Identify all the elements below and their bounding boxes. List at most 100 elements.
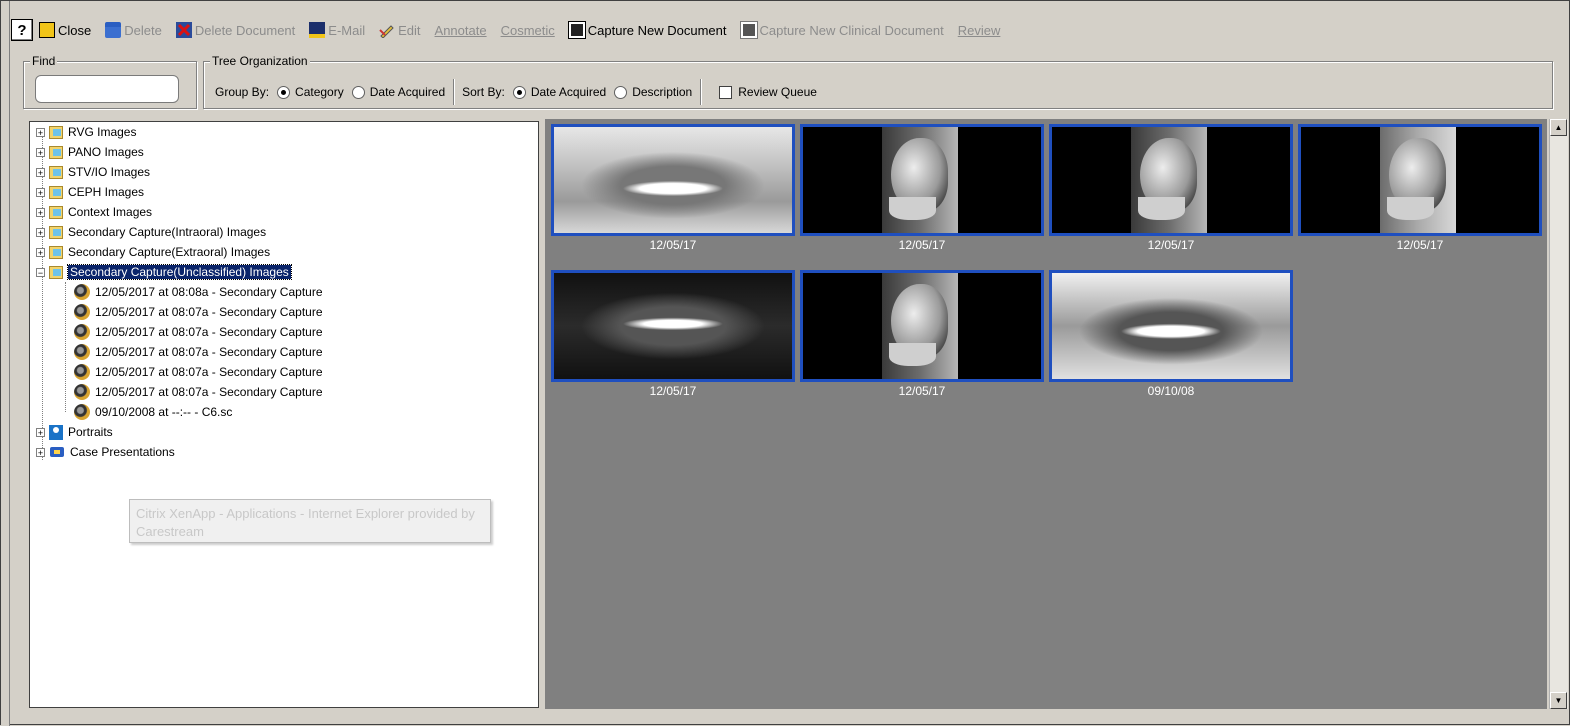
thumbnail[interactable] [800,124,1044,236]
tree-leaf-label: 09/10/2008 at --:-- - C6.sc [95,405,233,419]
expand-icon[interactable]: + [36,207,45,217]
expand-icon[interactable]: + [36,127,45,137]
group-by-date-acquired-radio[interactable] [351,85,365,99]
scroll-up-arrow-icon[interactable]: ▲ [1550,119,1567,136]
folder-icon [49,205,63,219]
window-left-edge [1,1,10,726]
email-icon [309,22,326,38]
thumbnail-date: 12/05/17 [649,238,697,252]
folder-icon [49,145,63,159]
expand-icon[interactable]: + [36,167,45,177]
annotate-button[interactable]: Annotate [435,23,487,38]
tree-node-pano-images[interactable]: + PANO Images [36,142,144,162]
thumbnail-date: 12/05/17 [649,384,697,398]
expand-icon[interactable]: + [36,427,45,437]
tree-node-rvg-images[interactable]: + RVG Images [36,122,136,142]
thumbnail[interactable] [1049,124,1293,236]
tree-organization-controls: Group By: Category Date Acquired Sort By… [215,79,817,105]
expand-icon[interactable]: + [36,227,45,237]
sort-by-description-radio[interactable] [614,85,628,99]
email-button[interactable]: E-Mail [309,22,365,38]
tree-node-label: STV/IO Images [68,165,151,179]
document-capture-icon [567,21,586,39]
thumbnail[interactable] [1298,124,1542,236]
tree-leaf-image[interactable]: 12/05/2017 at 08:08a - Secondary Capture [74,282,323,302]
tree-node-stv-io-images[interactable]: + STV/IO Images [36,162,150,182]
folder-icon [49,165,63,179]
thumbnail-date: 12/05/17 [1396,238,1444,252]
tree-node-label: Case Presentations [70,445,175,459]
edit-label: Edit [398,22,421,38]
delete-button[interactable]: Delete [105,22,162,38]
gallery-scrollbar[interactable]: ▲ ▼ [1549,119,1568,709]
thumbnail-date: 12/05/17 [1147,238,1195,252]
help-button[interactable]: ? [11,19,33,41]
thumbnail[interactable] [551,270,795,382]
group-by-category-radio[interactable] [277,85,291,99]
sort-by-date-acquired-label[interactable]: Date Acquired [531,85,606,99]
scroll-down-arrow-icon[interactable]: ▼ [1550,692,1567,709]
tree-leaf-image[interactable]: 12/05/2017 at 08:07a - Secondary Capture [74,362,323,382]
expand-icon[interactable]: + [36,247,45,257]
tree-node-secondary-capture-unclassified[interactable]: − Secondary Capture(Unclassified) Images [36,262,292,282]
edit-button[interactable]: Edit [379,22,421,39]
tree-leaf-image[interactable]: 12/05/2017 at 08:07a - Secondary Capture [74,342,323,362]
delete-document-label: Delete Document [194,22,296,38]
tree-node-secondary-capture-intraoral[interactable]: + Secondary Capture(Intraoral) Images [36,222,266,242]
tree-node-context-images[interactable]: + Context Images [36,202,152,222]
thumbnail-date: 12/05/17 [898,238,946,252]
tree-node-label: Portraits [68,425,113,439]
tree-organization-legend: Tree Organization [210,54,310,68]
find-legend: Find [30,54,58,68]
tree-node-label: RVG Images [68,125,137,139]
document-tree: + RVG Images + PANO Images + STV/IO Imag… [29,121,539,708]
expand-icon[interactable]: + [36,147,45,157]
tree-leaf-image[interactable]: 12/05/2017 at 08:07a - Secondary Capture [74,382,323,402]
close-label: Close [58,22,92,38]
image-document-icon [74,284,90,300]
thumbnail[interactable] [1049,270,1293,382]
tree-node-secondary-capture-extraoral[interactable]: + Secondary Capture(Extraoral) Images [36,242,270,262]
capture-new-document-button[interactable]: Capture New Document [567,21,727,39]
sort-review-divider [700,79,702,105]
pano-xray-image [554,273,792,379]
image-document-icon [74,364,90,380]
group-by-date-acquired-label[interactable]: Date Acquired [370,85,445,99]
ceph-xray-image [803,273,1041,379]
tree-leaf-label: 12/05/2017 at 08:08a - Secondary Capture [95,285,323,299]
review-button[interactable]: Review [958,23,1001,38]
group-by-category-label[interactable]: Category [295,85,344,99]
thumbnail[interactable] [800,270,1044,382]
tree-leaf-label: 12/05/2017 at 08:07a - Secondary Capture [95,325,323,339]
tree-node-case-presentations[interactable]: + Case Presentations [36,442,175,462]
tree-leaf-image[interactable]: 09/10/2008 at --:-- - C6.sc [74,402,232,422]
sort-by-label: Sort By: [462,85,505,99]
tree-leaf-image[interactable]: 12/05/2017 at 08:07a - Secondary Capture [74,322,323,342]
find-input[interactable] [35,75,179,103]
expand-icon[interactable]: + [36,447,45,457]
sort-by-description-label[interactable]: Description [632,85,692,99]
tree-leaf-image[interactable]: 12/05/2017 at 08:07a - Secondary Capture [74,302,323,322]
clinical-document-capture-icon [739,21,758,39]
collapse-icon[interactable]: − [36,267,45,277]
tree-node-ceph-images[interactable]: + CEPH Images [36,182,144,202]
thumbnail[interactable] [551,124,795,236]
tree-node-label: PANO Images [68,145,144,159]
tree-node-label: Context Images [68,205,153,219]
case-presentation-icon [49,445,65,459]
capture-new-document-label: Capture New Document [587,22,727,38]
image-document-icon [74,344,90,360]
tree-node-portraits[interactable]: + Portraits [36,422,113,442]
capture-new-clinical-document-label: Capture New Clinical Document [759,22,944,38]
delete-document-button[interactable]: Delete Document [175,22,296,38]
expand-icon[interactable]: + [36,187,45,197]
cosmetic-button[interactable]: Cosmetic [501,23,555,38]
ceph-xray-image [1052,127,1290,233]
capture-new-clinical-document-button[interactable]: Capture New Clinical Document [739,21,944,39]
sort-by-date-acquired-radio[interactable] [512,85,526,99]
review-queue-checkbox[interactable] [719,85,733,99]
review-queue-label[interactable]: Review Queue [738,85,817,99]
close-button[interactable]: Close [39,22,91,38]
thumbnail-gallery: 12/05/17 12/05/17 12/05/17 12/05/17 12/0… [545,119,1547,709]
portrait-icon [49,424,63,440]
